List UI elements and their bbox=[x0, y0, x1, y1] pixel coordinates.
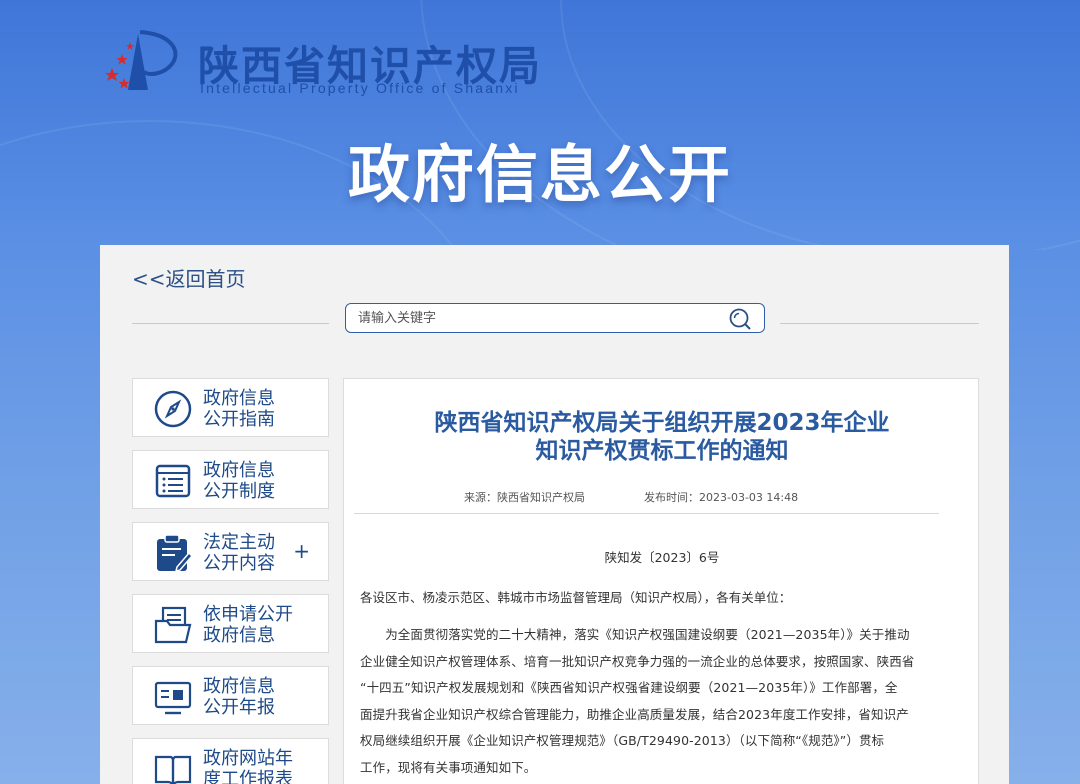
book-icon bbox=[154, 755, 192, 784]
site-logo[interactable]: 陕西省知识产权局 Intellectual Property Office of… bbox=[100, 28, 560, 100]
article-source: 来源：陕西省知识产权局 bbox=[464, 491, 585, 504]
sidebar-item-statutory-content[interactable]: 法定主动 公开内容 + bbox=[132, 522, 329, 581]
sidebar-item-label: 政府信息 公开年报 bbox=[203, 676, 275, 718]
sidebar-item-label: 政府信息 公开制度 bbox=[203, 460, 275, 502]
divider-left bbox=[132, 323, 329, 324]
back-to-home-link[interactable]: <<返回首页 bbox=[132, 263, 246, 292]
clipboard-edit-icon bbox=[157, 534, 193, 573]
body-line: 面提升我省企业知识产权综合管理能力，助推企业高质量发展，结合2023年度工作安排… bbox=[360, 706, 909, 722]
monitor-report-icon bbox=[154, 681, 192, 715]
banner-title: 政府信息公开 bbox=[347, 138, 732, 211]
site-name-en: Intellectual Property Office of Shaanxi bbox=[200, 80, 520, 96]
body-line: 工作，现将有关事项通知如下。 bbox=[360, 759, 537, 775]
sidebar-item-label: 政府信息 公开指南 bbox=[203, 388, 275, 430]
document-number: 陕知发〔2023〕6号 bbox=[604, 550, 720, 565]
sidebar-item-apply-disclosure[interactable]: 依申请公开 政府信息 bbox=[132, 594, 329, 653]
main-panel: <<返回首页 政府信息 公开指南 政府信息 bbox=[100, 245, 1009, 784]
divider-right bbox=[780, 323, 979, 324]
sidebar-item-disclosure-guide[interactable]: 政府信息 公开指南 bbox=[132, 378, 329, 437]
sidebar-item-label: 政府网站年 度工作报表 bbox=[203, 748, 293, 784]
expand-plus-icon[interactable]: + bbox=[293, 539, 310, 563]
folder-document-icon bbox=[154, 606, 192, 644]
sidebar-item-disclosure-system[interactable]: 政府信息 公开制度 bbox=[132, 450, 329, 509]
body-line: “十四五”知识产权发展规划和《陕西省知识产权强省建设纲要（2021—2035年）… bbox=[360, 680, 898, 695]
meta-divider bbox=[354, 513, 939, 514]
article-body: 为全面贯彻落实党的二十大精神，落实《知识产权强国建设纲要（2021—2035年）… bbox=[360, 622, 950, 781]
emblem-icon bbox=[105, 30, 178, 90]
article-salutation: 各设区市、杨凌示范区、韩城市市场监督管理局（知识产权局），各有关单位： bbox=[360, 590, 792, 605]
sidebar-item-label: 依申请公开 政府信息 bbox=[203, 604, 293, 646]
search-icon[interactable] bbox=[728, 307, 752, 331]
sidebar-item-website-report[interactable]: 政府网站年 度工作报表 bbox=[132, 738, 329, 784]
search-bar bbox=[345, 303, 765, 333]
compass-icon bbox=[154, 390, 192, 428]
body-line: 为全面贯彻落实党的二十大精神，落实《知识产权强国建设纲要（2021—2035年）… bbox=[360, 627, 910, 642]
list-document-icon bbox=[155, 464, 191, 498]
sidebar-item-annual-report[interactable]: 政府信息 公开年报 bbox=[132, 666, 329, 725]
body-line: 企业健全知识产权管理体系、培育一批知识产权竞争力强的一流企业的总体要求，按照国家… bbox=[360, 653, 915, 669]
article-publish-time: 发布时间：2023-03-03 14:48 bbox=[644, 491, 799, 504]
article-title: 陕西省知识产权局关于组织开展2023年企业 知识产权贯标工作的通知 bbox=[434, 410, 890, 464]
body-line: 权局继续组织开展《企业知识产权管理规范》（GB/T29490-2013）（以下简… bbox=[360, 733, 885, 748]
search-input[interactable] bbox=[358, 309, 718, 327]
sidebar-item-label: 法定主动 公开内容 bbox=[203, 532, 275, 574]
article-container: 陕西省知识产权局关于组织开展2023年企业 知识产权贯标工作的通知 来源：陕西省… bbox=[343, 378, 979, 784]
